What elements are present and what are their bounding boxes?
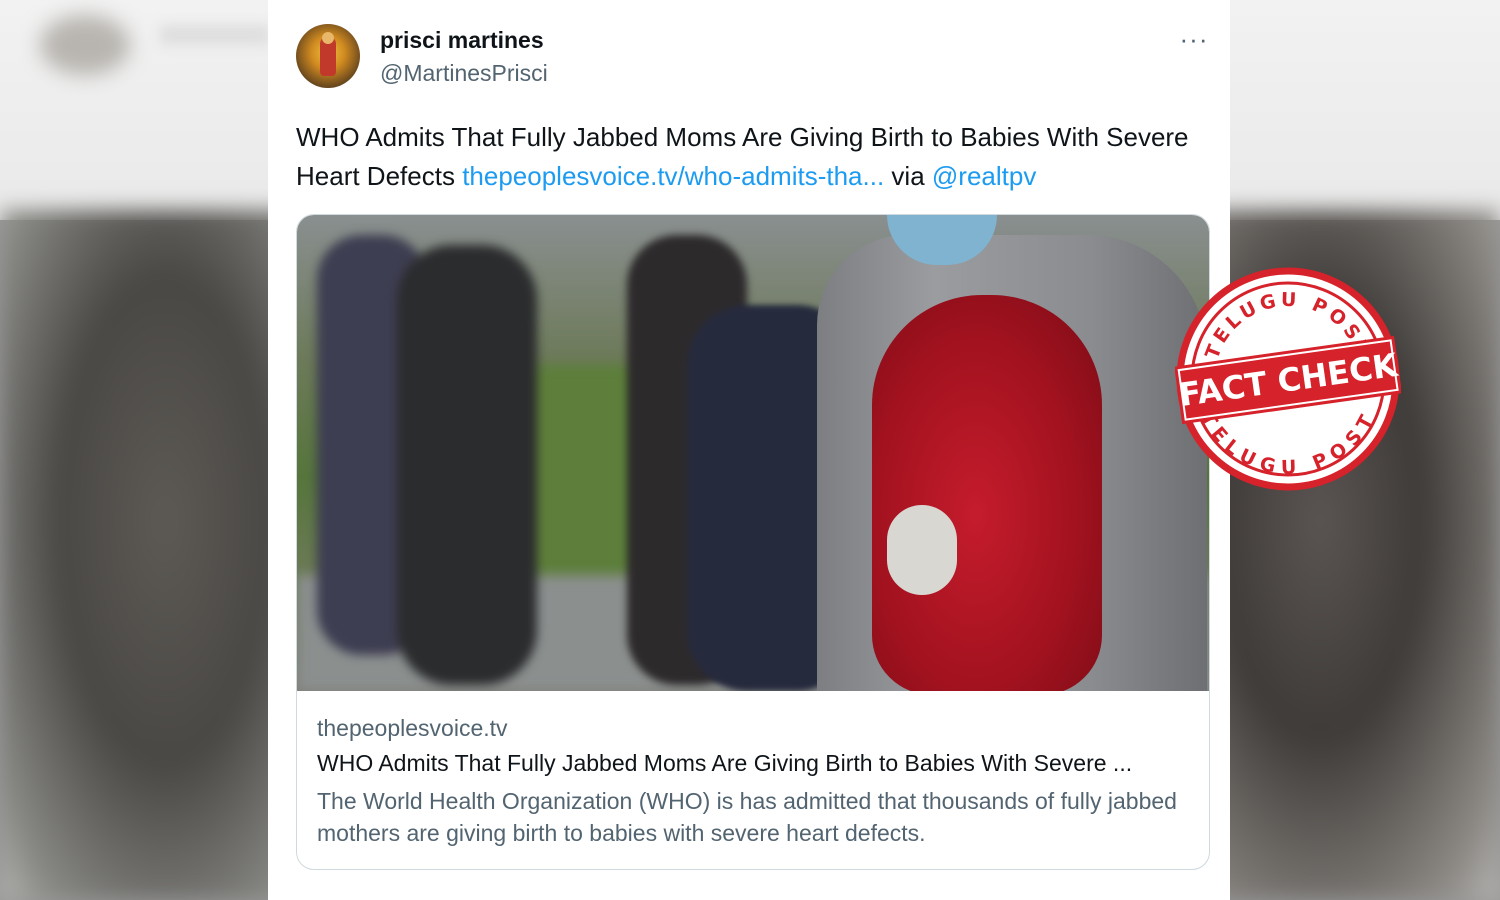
tweet-link[interactable]: thepeoplesvoice.tv/who-admits-tha... bbox=[462, 161, 884, 191]
fact-check-stamp-graphic: TELUGU POST TELUGU POST FACT CHECK bbox=[1175, 267, 1401, 491]
link-preview-title[interactable]: WHO Admits That Fully Jabbed Moms Are Gi… bbox=[317, 750, 1197, 777]
link-preview-image[interactable] bbox=[297, 215, 1209, 691]
user-handle[interactable]: @MartinesPrisci bbox=[380, 60, 548, 87]
avatar-head bbox=[322, 32, 334, 44]
link-preview-domain: thepeoplesvoice.tv bbox=[317, 715, 508, 741]
tweet-via: via bbox=[891, 161, 925, 191]
tweet-mention[interactable]: @realtpv bbox=[932, 161, 1036, 191]
tweet-card: prisci martines @MartinesPrisci ··· WHO … bbox=[268, 0, 1230, 900]
fact-check-stamp: TELUGU POST TELUGU POST FACT CHECK bbox=[1175, 266, 1401, 492]
tweet-text: WHO Admits That Fully Jabbed Moms Are Gi… bbox=[296, 118, 1216, 196]
display-name[interactable]: prisci martines bbox=[380, 27, 544, 54]
more-options-icon[interactable]: ··· bbox=[1176, 24, 1212, 56]
link-preview-description: The World Health Organization (WHO) is h… bbox=[317, 788, 1177, 846]
link-preview-card[interactable]: thepeoplesvoice.tv WHO Admits That Fully… bbox=[296, 214, 1210, 870]
avatar[interactable] bbox=[296, 24, 360, 88]
background-left bbox=[0, 210, 300, 900]
background-blob bbox=[160, 25, 270, 45]
background-blob bbox=[40, 15, 130, 75]
